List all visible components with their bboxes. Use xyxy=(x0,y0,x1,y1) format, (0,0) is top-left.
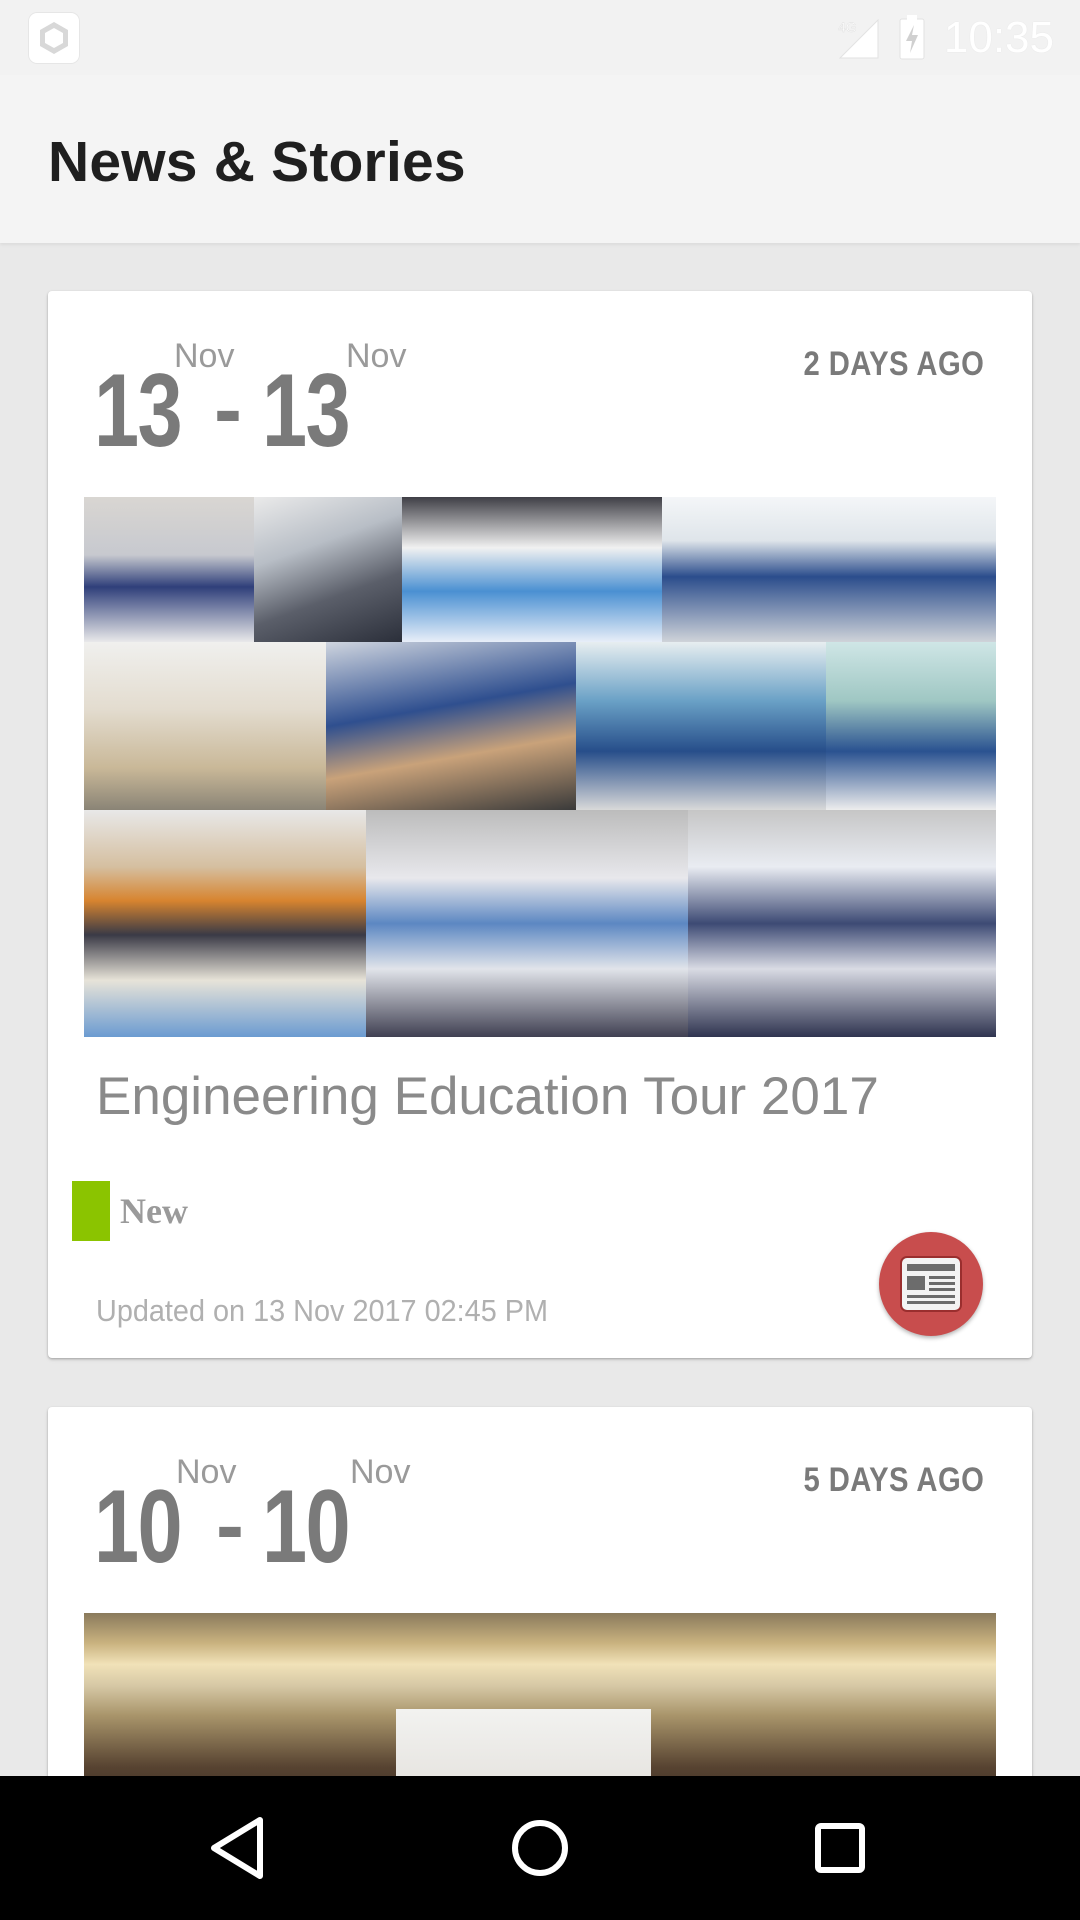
status-bar: 4G 10:35 xyxy=(0,0,1080,75)
recent-apps-icon xyxy=(815,1823,865,1873)
collage-photo xyxy=(826,642,996,810)
recent-apps-button[interactable] xyxy=(790,1806,890,1890)
home-icon xyxy=(512,1820,568,1876)
date-range: 13 Nov - 13 Nov xyxy=(94,337,494,463)
time-ago: 2 DAYS AGO xyxy=(803,345,984,383)
status-icons: 4G 10:35 xyxy=(836,10,1054,66)
time-ago: 5 DAYS AGO xyxy=(803,1461,984,1499)
collage-photo xyxy=(576,642,826,810)
news-feed[interactable]: 13 Nov - 13 Nov 2 DAYS AGO Engineering E… xyxy=(0,243,1080,1776)
newspaper-icon xyxy=(900,1256,962,1312)
end-month: Nov xyxy=(350,1453,411,1491)
navigation-bar xyxy=(0,1776,1080,1920)
updated-timestamp: Updated on 13 Nov 2017 02:45 PM xyxy=(96,1293,548,1328)
news-card[interactable]: 10 Nov - 10 Nov 5 DAYS AGO xyxy=(48,1407,1032,1776)
network-label: 4G xyxy=(838,19,857,35)
collage-photo xyxy=(366,810,688,1037)
collage-photo xyxy=(402,497,662,642)
tag-swatch xyxy=(72,1181,110,1241)
collage-photo xyxy=(84,642,326,810)
date-range: 10 Nov - 10 Nov xyxy=(94,1453,494,1579)
collage-photo xyxy=(688,810,996,1037)
end-day: 10 xyxy=(262,1469,351,1585)
back-button[interactable] xyxy=(190,1806,290,1890)
start-day: 13 xyxy=(94,353,183,469)
battery-charging-icon xyxy=(899,15,925,60)
app-icon xyxy=(28,12,80,64)
collage-photo xyxy=(396,1709,651,1776)
news-article-button[interactable] xyxy=(879,1232,983,1336)
home-button[interactable] xyxy=(490,1806,590,1890)
collage-photo xyxy=(84,810,366,1037)
app-bar: News & Stories xyxy=(0,75,1080,243)
event-photo[interactable] xyxy=(84,1613,996,1776)
date-separator: - xyxy=(214,362,242,456)
end-month: Nov xyxy=(346,337,407,375)
end-day: 13 xyxy=(262,353,351,469)
tag-label: New xyxy=(120,1191,188,1231)
news-title[interactable]: Engineering Education Tour 2017 xyxy=(96,1066,879,1127)
status-time: 10:35 xyxy=(943,13,1054,62)
date-separator: - xyxy=(216,1478,244,1572)
collage-photo xyxy=(254,497,402,642)
news-card[interactable]: 13 Nov - 13 Nov 2 DAYS AGO Engineering E… xyxy=(48,291,1032,1358)
collage-photo xyxy=(84,497,254,642)
page-title: News & Stories xyxy=(48,130,466,194)
signal-icon: 4G xyxy=(838,18,879,59)
collage-photo xyxy=(326,642,576,810)
start-day: 10 xyxy=(94,1469,183,1585)
status-tag: New xyxy=(72,1181,188,1241)
event-photo-collage[interactable] xyxy=(84,497,996,1037)
collage-photo xyxy=(662,497,996,642)
back-icon xyxy=(211,1817,263,1879)
